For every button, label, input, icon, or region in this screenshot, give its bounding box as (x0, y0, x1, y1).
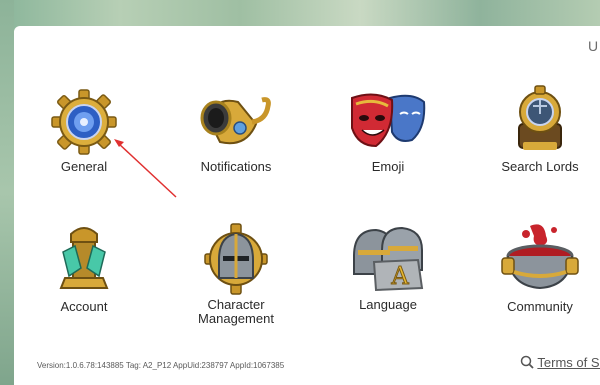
top-right-text: U (588, 38, 599, 54)
red-cauldron-icon (501, 224, 579, 290)
settings-item-label: General (60, 159, 108, 174)
settings-item-notifications[interactable]: Notifications (176, 88, 296, 174)
settings-item-general[interactable]: General (24, 88, 144, 174)
version-info: Version:1.0.6.78:143885 Tag: A2_P12 AppU… (37, 361, 285, 370)
settings-item-label-line1: Character (207, 297, 265, 312)
settings-item-emoji[interactable]: Emoji (328, 88, 448, 174)
magnifier-globe-icon (518, 85, 562, 150)
settings-item-label: Search Lords (501, 159, 579, 174)
settings-item-label: Notifications (200, 159, 272, 174)
settings-item-account[interactable]: Account (24, 222, 144, 314)
settings-item-community[interactable]: Community (480, 222, 600, 314)
svg-text:A: A (390, 262, 409, 290)
letter-a-helmets-icon: A (353, 226, 424, 292)
settings-item-language[interactable]: A Language (328, 224, 448, 312)
search-icon (520, 355, 534, 369)
settings-item-search-lords[interactable]: Search Lords (480, 84, 600, 174)
gear-shield-icon (51, 89, 117, 155)
crystal-tower-icon (59, 227, 109, 289)
settings-item-label: Account (60, 299, 108, 314)
theater-masks-icon (351, 93, 426, 148)
game-background-left (0, 0, 14, 385)
knight-helmet-icon (204, 223, 268, 295)
settings-item-label-line2: Management (198, 311, 274, 326)
terms-label: Terms of Se (537, 355, 600, 370)
settings-item-label: Language (359, 297, 417, 312)
terms-link[interactable]: Terms of Se (520, 355, 600, 370)
settings-item-label: Community (507, 299, 573, 314)
horn-icon (200, 97, 271, 145)
settings-item-label: Emoji (371, 159, 405, 174)
settings-panel (14, 26, 600, 385)
settings-item-character-management[interactable]: Character Management (176, 222, 296, 326)
